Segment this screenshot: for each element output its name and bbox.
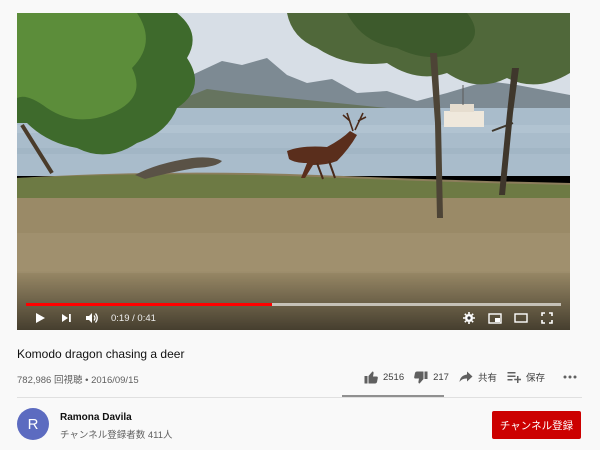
like-count: 2516 bbox=[382, 371, 405, 383]
view-count: 782,986 回視聴 bbox=[17, 375, 83, 386]
duration: 0:41 bbox=[137, 312, 156, 324]
time-separator: / bbox=[132, 312, 135, 324]
dislike-count: 217 bbox=[433, 371, 449, 383]
subscribe-button[interactable]: チャンネル登録 bbox=[492, 411, 581, 439]
video-title: Komodo dragon chasing a deer bbox=[17, 347, 185, 361]
action-buttons: 2516 217 共有 保存 bbox=[354, 370, 582, 384]
like-button[interactable]: 2516 bbox=[364, 371, 404, 384]
save-button[interactable]: 保存 bbox=[507, 370, 545, 384]
thumbs-down-icon bbox=[414, 371, 428, 383]
view-count-and-date: 782,986 回視聴 • 2016/09/15 bbox=[17, 372, 139, 386]
video-player[interactable]: 0:19 / 0:41 bbox=[17, 13, 570, 330]
next-button[interactable] bbox=[55, 308, 77, 328]
share-button[interactable]: 共有 bbox=[459, 370, 497, 384]
playlist-add-icon bbox=[507, 372, 521, 383]
subscriber-count: チャンネル登録者数 411人 bbox=[60, 430, 173, 441]
gear-icon bbox=[463, 312, 475, 324]
theater-button[interactable] bbox=[510, 308, 532, 328]
miniplayer-icon bbox=[488, 312, 502, 324]
channel-name[interactable]: Ramona Davila bbox=[60, 412, 132, 423]
thumbs-up-icon bbox=[364, 371, 378, 383]
meta-row: 782,986 回視聴 • 2016/09/15 2516 217 共有 保存 bbox=[17, 370, 582, 386]
progress-played bbox=[26, 303, 273, 306]
play-button[interactable] bbox=[29, 308, 51, 328]
fullscreen-icon bbox=[541, 312, 553, 324]
channel-avatar[interactable]: R bbox=[17, 408, 49, 440]
dislike-button[interactable]: 217 bbox=[414, 371, 449, 384]
divider bbox=[17, 397, 582, 398]
share-icon bbox=[459, 371, 473, 382]
play-icon bbox=[36, 313, 45, 323]
theater-mode-icon bbox=[514, 313, 528, 323]
miniplayer-button[interactable] bbox=[484, 308, 506, 328]
progress-bar[interactable] bbox=[26, 303, 561, 306]
more-horizontal-icon bbox=[563, 375, 577, 379]
current-time: 0:19 bbox=[111, 312, 130, 324]
save-label: 保存 bbox=[525, 373, 545, 384]
upload-date: 2016/09/15 bbox=[91, 375, 139, 386]
share-label: 共有 bbox=[477, 373, 497, 384]
skip-next-icon bbox=[62, 314, 71, 322]
time-display: 0:19 / 0:41 bbox=[111, 313, 156, 324]
more-actions-button[interactable] bbox=[563, 375, 582, 379]
volume-button[interactable] bbox=[81, 308, 103, 328]
date-separator: • bbox=[85, 375, 89, 386]
volume-icon bbox=[86, 313, 98, 323]
fullscreen-button[interactable] bbox=[536, 308, 558, 328]
settings-button[interactable] bbox=[458, 308, 480, 328]
player-controls: 0:19 / 0:41 bbox=[29, 308, 558, 328]
